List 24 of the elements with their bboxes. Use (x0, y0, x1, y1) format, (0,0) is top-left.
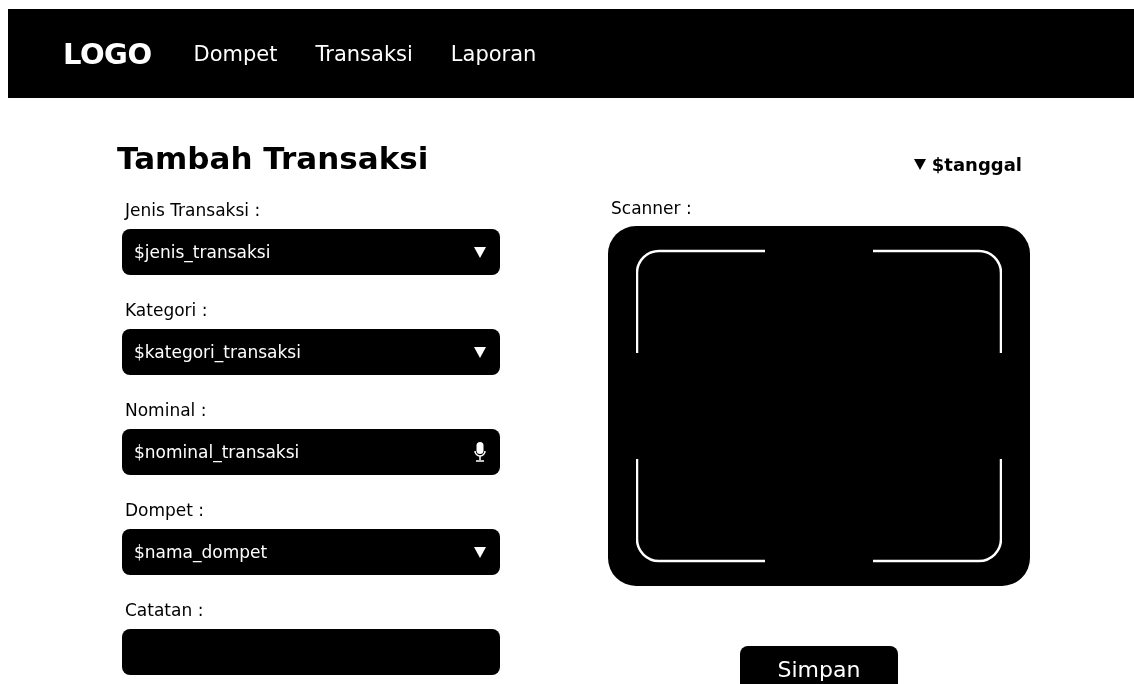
dropdown[interactable]: $jenis_transaksi (122, 229, 500, 275)
input-field[interactable]: $nominal_transaksi (122, 429, 500, 475)
field-label: Dompet : (124, 499, 206, 522)
caret-icon (474, 246, 486, 258)
field-label: Catatan : (124, 599, 205, 622)
field-label: Jenis Transaksi : (123, 199, 262, 222)
nav-link[interactable]: Dompet (193, 41, 278, 66)
caret-icon (474, 546, 486, 558)
field-label: Nominal : (124, 399, 208, 422)
nav-link[interactable]: Laporan (450, 41, 537, 66)
logo: LOGO (63, 36, 152, 71)
field-label: Kategori : (124, 299, 209, 322)
scanner-viewfinder[interactable] (608, 226, 1030, 586)
save-button[interactable]: Simpan (740, 646, 898, 684)
text-field[interactable] (122, 629, 500, 675)
dropdown[interactable]: $nama_dompet (122, 529, 500, 575)
date-dropdown[interactable]: $tanggal (913, 148, 1022, 180)
caret-icon (913, 158, 926, 170)
nav-link[interactable]: Transaksi (315, 41, 413, 66)
microphone-icon[interactable] (474, 442, 486, 462)
field-label: Scanner : (610, 197, 693, 220)
dropdown[interactable]: $kategori_transaksi (122, 329, 500, 375)
page-title: Tambah Transaksi (117, 139, 430, 178)
caret-icon (474, 346, 486, 358)
